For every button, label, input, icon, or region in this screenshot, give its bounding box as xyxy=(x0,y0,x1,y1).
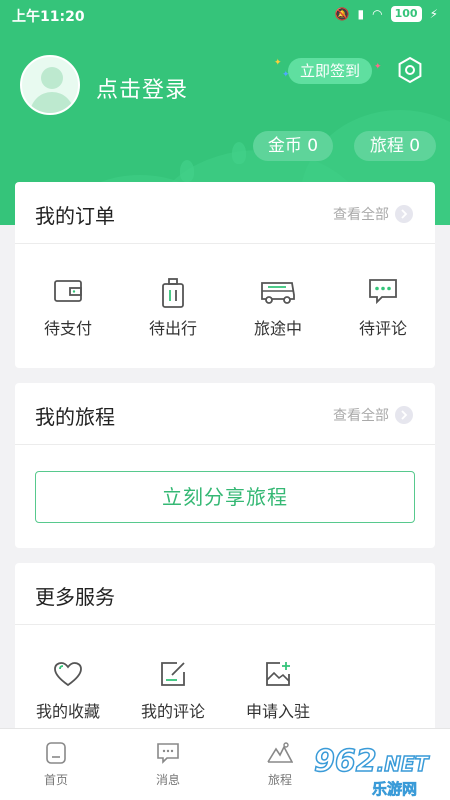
chevron-right-icon xyxy=(395,406,413,424)
mountain-icon xyxy=(267,742,293,763)
login-link[interactable]: 点击登录 xyxy=(96,72,188,104)
order-item-pending-trip[interactable]: 待出行 xyxy=(128,277,218,339)
coins-badge[interactable]: 金币 0 xyxy=(253,131,333,161)
tab-label: 首页 xyxy=(43,773,68,787)
tab-messages[interactable]: 消息 xyxy=(128,741,208,788)
trips-badge[interactable]: 旅程 0 xyxy=(354,131,436,161)
order-item-label: 待支付 xyxy=(43,319,92,338)
services-card-header: 更多服务 xyxy=(15,563,435,625)
service-item-label: 我的收藏 xyxy=(35,702,100,721)
service-item-favorites[interactable]: 我的收藏 xyxy=(23,660,113,722)
status-icons: 🔕 ▮ ◠ 100 ⚡ xyxy=(335,6,438,22)
mute-icon: 🔕 xyxy=(334,7,350,21)
wifi-icon: ◠ xyxy=(372,7,383,21)
order-item-pending-review[interactable]: 待评论 xyxy=(338,277,428,339)
orders-view-all-link[interactable]: 查看全部 xyxy=(333,204,413,224)
wallet-icon xyxy=(54,280,82,302)
watermark-subtitle: 乐游网 xyxy=(372,780,418,799)
trips-value: 0 xyxy=(409,136,421,156)
trips-card: 我的旅程 查看全部 立刻分享旅程 xyxy=(15,383,435,548)
order-item-on-trip[interactable]: 旅途中 xyxy=(233,277,323,339)
coins-value: 0 xyxy=(307,136,319,156)
checkin-button[interactable]: 立即签到 xyxy=(288,58,373,84)
order-item-label: 待出行 xyxy=(148,319,197,338)
settings-icon[interactable] xyxy=(396,56,424,84)
signal-icon: ▮ xyxy=(357,7,365,21)
order-item-pending-payment[interactable]: 待支付 xyxy=(23,277,113,339)
sparkle-icon: ✦ xyxy=(274,58,282,68)
avatar[interactable] xyxy=(20,55,80,115)
trips-title: 我的旅程 xyxy=(35,405,115,429)
tab-home[interactable]: 首页 xyxy=(16,741,96,788)
view-all-label: 查看全部 xyxy=(333,207,389,223)
background-tree xyxy=(232,142,246,164)
background-tree xyxy=(180,160,194,182)
service-item-my-reviews[interactable]: 我的评论 xyxy=(128,660,218,722)
service-item-label: 我的评论 xyxy=(140,702,205,721)
message-icon xyxy=(157,743,179,764)
status-time: 上午11:20 xyxy=(12,9,85,25)
order-item-label: 待评论 xyxy=(358,319,407,338)
site-watermark-logo: 962.NET 乐游网 xyxy=(312,743,450,800)
tab-trips[interactable]: 旅程 xyxy=(240,741,320,788)
view-all-label: 查看全部 xyxy=(333,408,389,424)
heart-icon xyxy=(54,662,82,687)
orders-card: 我的订单 查看全部 待支付 待出行 旅途中 待评论 xyxy=(15,182,435,368)
luggage-icon xyxy=(162,278,184,308)
share-trip-button[interactable]: 立刻分享旅程 xyxy=(35,471,415,523)
services-card: 更多服务 我的收藏 我的评论 申请入驻 xyxy=(15,563,435,733)
edit-icon xyxy=(161,662,185,686)
service-item-apply-join[interactable]: 申请入驻 xyxy=(233,660,323,722)
orders-card-header: 我的订单 查看全部 xyxy=(15,182,435,244)
bus-icon xyxy=(261,282,295,304)
order-item-label: 旅途中 xyxy=(253,319,302,338)
orders-title: 我的订单 xyxy=(35,204,115,228)
sparkle-icon: ✦ xyxy=(374,62,382,72)
trips-view-all-link[interactable]: 查看全部 xyxy=(333,405,413,425)
charging-icon: ⚡ xyxy=(429,7,438,21)
home-icon xyxy=(46,742,66,764)
battery-indicator: 100 xyxy=(390,6,422,22)
trips-label: 旅程 xyxy=(369,136,404,156)
image-add-icon xyxy=(266,662,290,686)
chevron-right-icon xyxy=(395,205,413,223)
services-title: 更多服务 xyxy=(35,585,115,609)
status-bar: 上午11:20 🔕 ▮ ◠ 100 ⚡ xyxy=(0,0,450,30)
tab-label: 旅程 xyxy=(267,773,292,787)
coins-label: 金币 xyxy=(267,136,302,156)
comment-icon xyxy=(369,279,397,305)
watermark-number: 962.NET xyxy=(313,743,429,780)
trips-card-header: 我的旅程 查看全部 xyxy=(15,383,435,445)
service-item-label: 申请入驻 xyxy=(245,702,310,721)
tab-label: 消息 xyxy=(155,773,180,787)
